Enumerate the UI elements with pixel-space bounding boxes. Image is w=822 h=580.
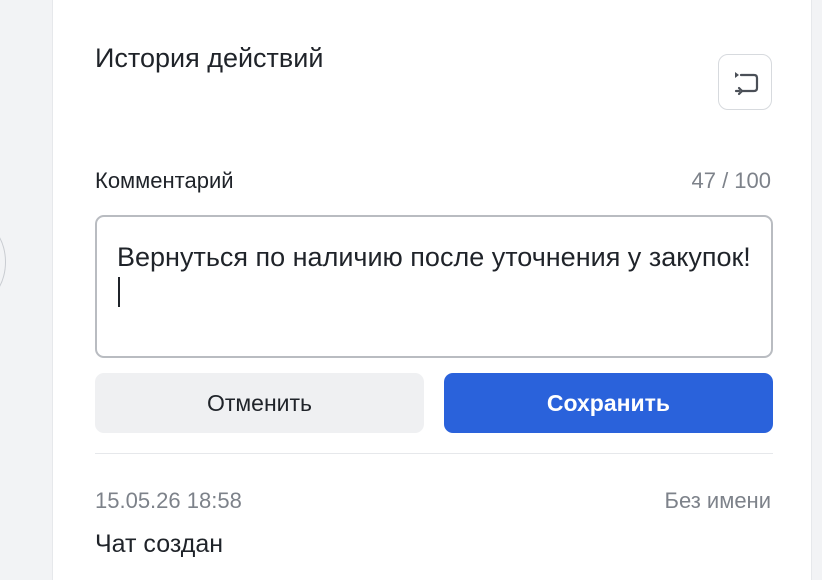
comment-textarea[interactable]: Вернуться по наличию после уточнения у з… bbox=[95, 215, 773, 358]
left-panel-edge-circle bbox=[0, 224, 6, 300]
history-entry-text: Чат создан bbox=[95, 530, 224, 558]
left-background bbox=[0, 0, 52, 580]
text-caret bbox=[118, 277, 120, 307]
comment-text: Вернуться по наличию после уточнения у з… bbox=[117, 242, 751, 272]
divider bbox=[95, 453, 773, 454]
cancel-button[interactable]: Отменить bbox=[95, 373, 424, 433]
history-toggle-button[interactable] bbox=[718, 54, 772, 110]
history-entry-author: Без имени bbox=[664, 488, 771, 513]
char-counter: 47 / 100 bbox=[691, 168, 771, 193]
right-background bbox=[812, 0, 822, 580]
comment-label: Комментарий bbox=[95, 168, 234, 193]
history-toggle-icon bbox=[734, 72, 759, 96]
panel-title: История действий bbox=[95, 43, 324, 73]
history-panel: История действий Комментарий 47 / 100 Ве… bbox=[52, 0, 812, 580]
save-button[interactable]: Сохранить bbox=[444, 373, 773, 433]
history-entry-timestamp: 15.05.26 18:58 bbox=[95, 488, 242, 513]
